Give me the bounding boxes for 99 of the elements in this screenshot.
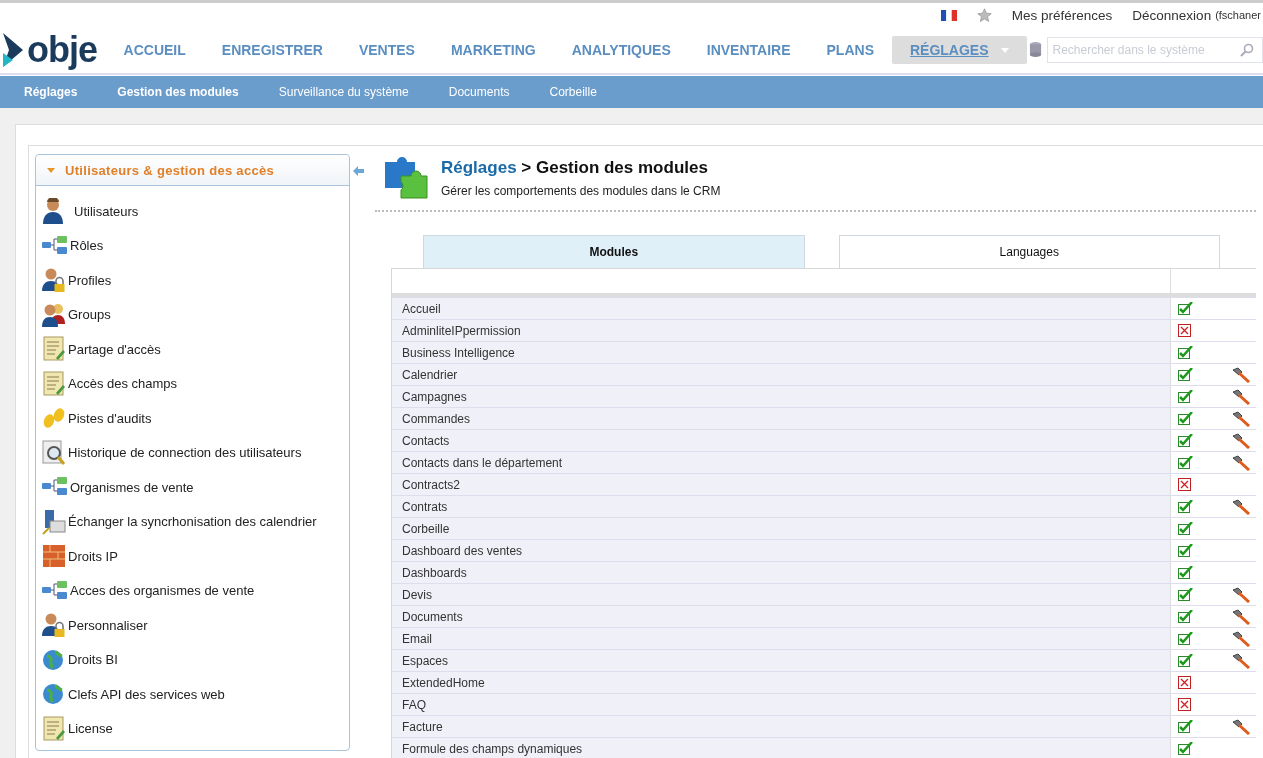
hammer-icon[interactable] <box>1232 609 1250 625</box>
sidebar-item[interactable]: Échanger la syncrhonisation des calendrier <box>68 514 317 530</box>
checkmark-icon[interactable] <box>1178 566 1193 579</box>
sidebar-item[interactable]: Groups <box>68 307 111 323</box>
sidebar-item[interactable]: Accès des champs <box>68 376 178 392</box>
table-cell: ExtendedHome <box>392 672 1171 693</box>
checkmark-icon[interactable] <box>1178 654 1193 667</box>
page-subtitle: Gérer les comportements des modules dans le CRM <box>441 184 721 198</box>
table-cell: Campagnes <box>392 386 1171 407</box>
hammer-icon[interactable] <box>1232 411 1250 427</box>
person-icon <box>42 198 66 225</box>
checkmark-icon[interactable] <box>1178 610 1193 623</box>
sidebar-item[interactable]: Pistes d'audits <box>68 410 152 426</box>
sidebar-item[interactable]: Droits BI <box>68 652 118 668</box>
brick-wall-icon <box>42 544 66 569</box>
table-cell: Email <box>392 628 1171 649</box>
cross-icon[interactable] <box>1178 698 1191 711</box>
logout-link[interactable]: Déconnexion <box>1132 7 1212 23</box>
preferences-link[interactable]: Mes préférences <box>1011 7 1113 23</box>
person-lock-icon <box>42 612 66 639</box>
checkmark-icon[interactable] <box>1178 742 1193 755</box>
star-icon[interactable] <box>976 7 992 23</box>
checkmark-icon[interactable] <box>1178 720 1193 733</box>
tab[interactable]: Languages <box>838 235 1220 268</box>
database-icon[interactable] <box>1028 41 1044 59</box>
checkmark-icon[interactable] <box>1178 456 1193 469</box>
document-icon <box>42 336 66 363</box>
table-cell: Contrats <box>392 496 1171 517</box>
page-title: > Gestion des modules <box>521 158 708 177</box>
checkmark-icon[interactable] <box>1178 434 1193 447</box>
table-cell: Documents <box>392 606 1171 627</box>
search-icon[interactable] <box>1240 43 1254 57</box>
table-cell: Espaces <box>392 650 1171 671</box>
table-cell: Facture <box>392 716 1171 737</box>
hammer-icon[interactable] <box>1232 587 1250 603</box>
table-cell: Contacts <box>392 430 1171 451</box>
sidebar-item[interactable]: Profiles <box>68 272 112 288</box>
checkmark-icon[interactable] <box>1178 588 1193 601</box>
user-name: (fschaner <box>1215 9 1261 21</box>
group-icon <box>42 301 66 328</box>
cross-icon[interactable] <box>1178 324 1191 337</box>
footprints-icon <box>42 407 66 430</box>
globe-icon <box>42 647 66 672</box>
table-cell: Calendrier <box>392 364 1171 385</box>
breadcrumb-link[interactable]: Réglages <box>441 158 517 177</box>
cross-icon[interactable] <box>1178 676 1191 689</box>
person-lock-icon <box>42 267 66 294</box>
sidebar-item[interactable]: Clefs API des services web <box>68 686 225 702</box>
hammer-icon[interactable] <box>1232 719 1250 735</box>
hammer-icon[interactable] <box>1232 455 1250 471</box>
logo-text[interactable]: obje <box>27 32 97 68</box>
cross-icon[interactable] <box>1178 478 1191 491</box>
table-cell: Formule des champs dynamiques <box>392 738 1171 758</box>
table-cell: Business Intelligence <box>392 342 1171 363</box>
hammer-icon[interactable] <box>1232 631 1250 647</box>
sidebar-item[interactable]: Historique de connection des utilisateurs <box>68 445 302 461</box>
hammer-icon[interactable] <box>1232 367 1250 383</box>
checkmark-icon[interactable] <box>1178 632 1193 645</box>
hammer-icon[interactable] <box>1232 499 1250 515</box>
checkmark-icon[interactable] <box>1178 412 1193 425</box>
flag-icon[interactable] <box>940 9 957 21</box>
table-cell: AdminliteIPpermission <box>392 320 1171 341</box>
checkmark-icon[interactable] <box>1178 346 1193 359</box>
checkmark-icon[interactable] <box>1178 544 1193 557</box>
checkmark-icon[interactable] <box>1178 390 1193 403</box>
hammer-icon[interactable] <box>1232 389 1250 405</box>
checkmark-icon[interactable] <box>1178 368 1193 381</box>
table-cell: Contacts dans le département <box>392 452 1171 473</box>
document-icon <box>42 370 66 397</box>
sidebar-item[interactable]: Personnaliser <box>68 617 148 633</box>
checkmark-icon[interactable] <box>1178 302 1193 315</box>
table-cell: Corbeille <box>392 518 1171 539</box>
sidebar-item[interactable]: Organismes de vente <box>70 479 194 495</box>
server-icon <box>42 508 66 535</box>
sidebar-item[interactable]: Utilisateurs <box>74 203 139 219</box>
document-icon <box>42 715 66 742</box>
hammer-icon[interactable] <box>1232 433 1250 449</box>
table-cell: Contracts2 <box>392 474 1171 495</box>
globe-icon <box>42 682 66 707</box>
collapse-arrow-icon[interactable] <box>353 166 364 176</box>
sidebar-item[interactable]: Rôles <box>70 238 104 254</box>
checkmark-icon[interactable] <box>1178 500 1193 513</box>
sidebar-item[interactable]: Acces des organismes de vente <box>70 583 255 599</box>
magnifier-icon <box>42 439 66 466</box>
sidebar-item[interactable]: License <box>68 721 113 737</box>
table-cell: Dashboard des ventes <box>392 540 1171 561</box>
table-cell: FAQ <box>392 694 1171 715</box>
table-cell: Commandes <box>392 408 1171 429</box>
caret-icon <box>47 167 55 173</box>
table-cell: Devis <box>392 584 1171 605</box>
sidebar-item[interactable]: Partage d'accès <box>68 341 161 357</box>
sidebar-title: Utilisateurs & gestion des accès <box>65 162 274 178</box>
table-cell: Accueil <box>392 298 1171 319</box>
hammer-icon[interactable] <box>1232 653 1250 669</box>
logo-arrow-icon <box>3 33 25 67</box>
tab[interactable]: Modules <box>423 235 805 268</box>
table-cell: Dashboards <box>392 562 1171 583</box>
sidebar-item[interactable]: Droits IP <box>68 548 118 564</box>
checkmark-icon[interactable] <box>1178 522 1193 535</box>
